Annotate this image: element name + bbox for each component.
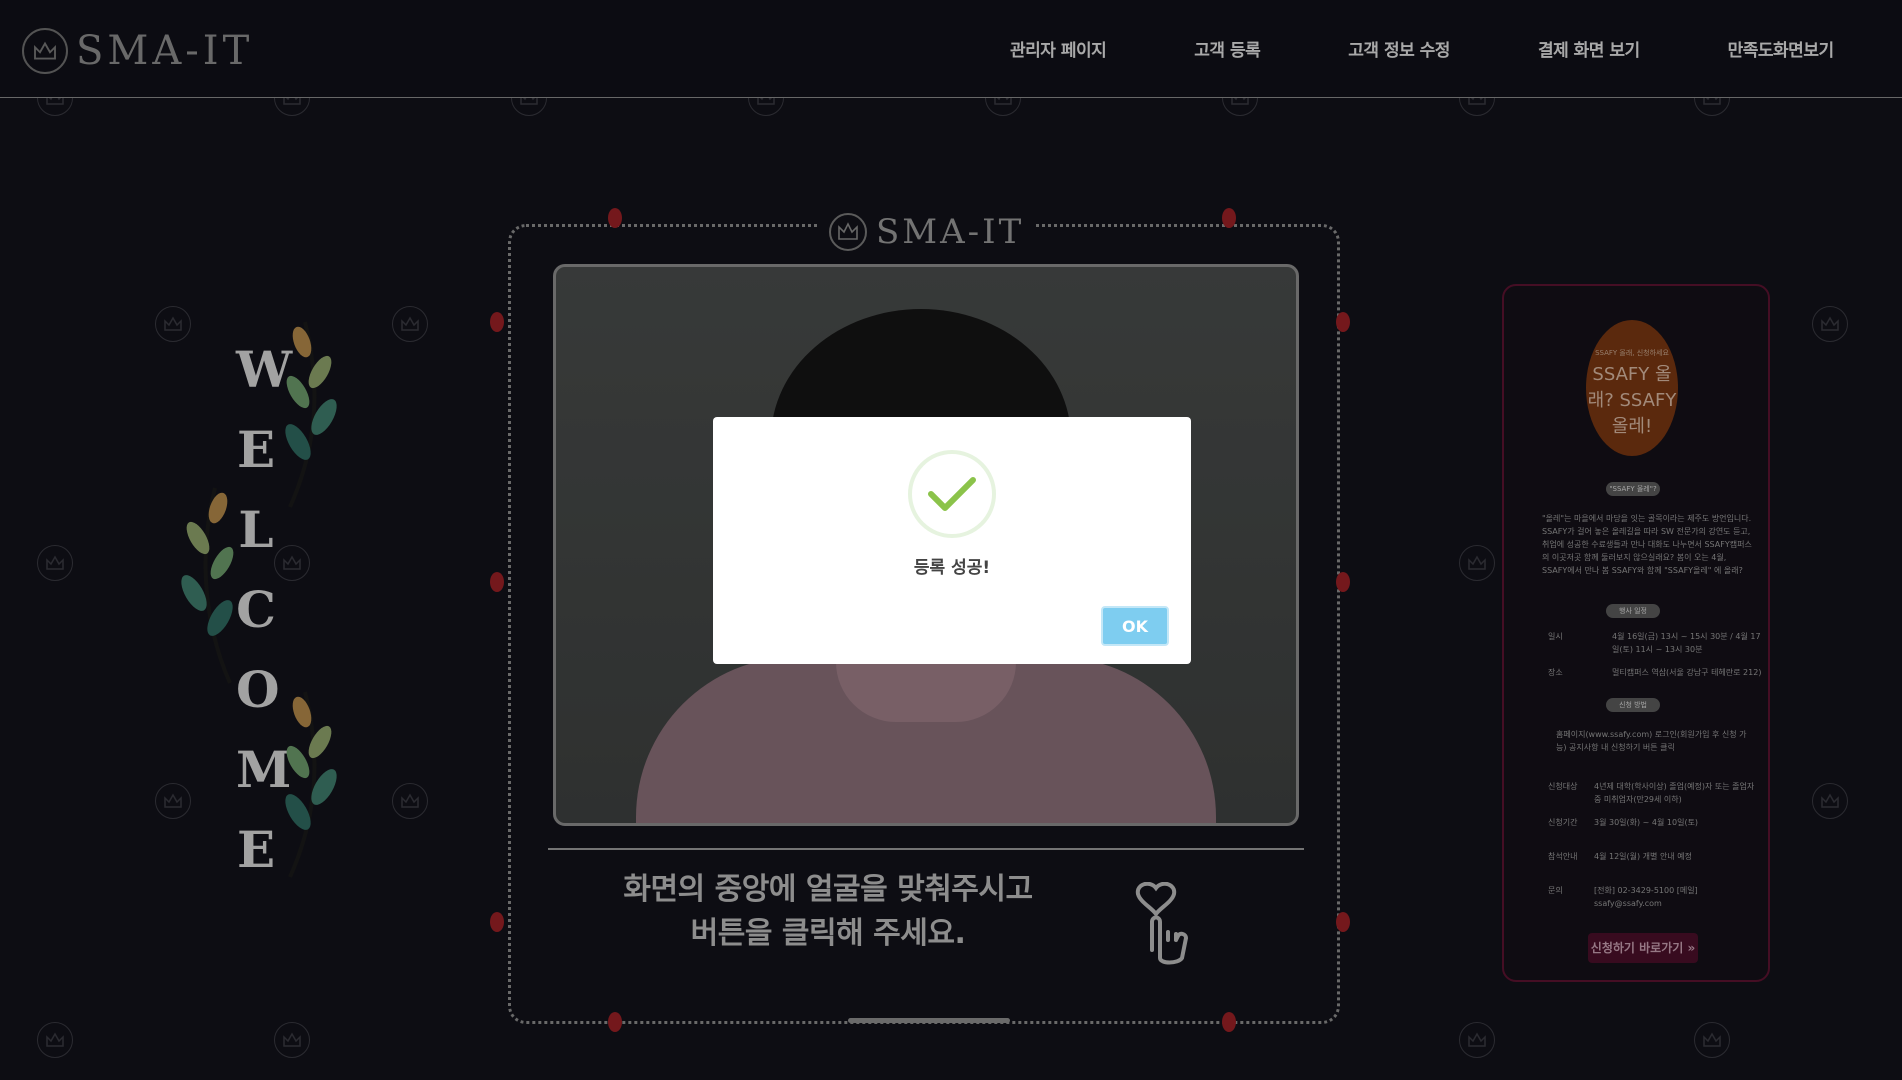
check-icon (928, 477, 976, 511)
dialog-title: 등록 성공! (913, 558, 991, 578)
success-check-circle (908, 450, 996, 538)
ok-button[interactable]: OK (1101, 606, 1169, 646)
success-dialog: 등록 성공! OK (713, 417, 1191, 664)
